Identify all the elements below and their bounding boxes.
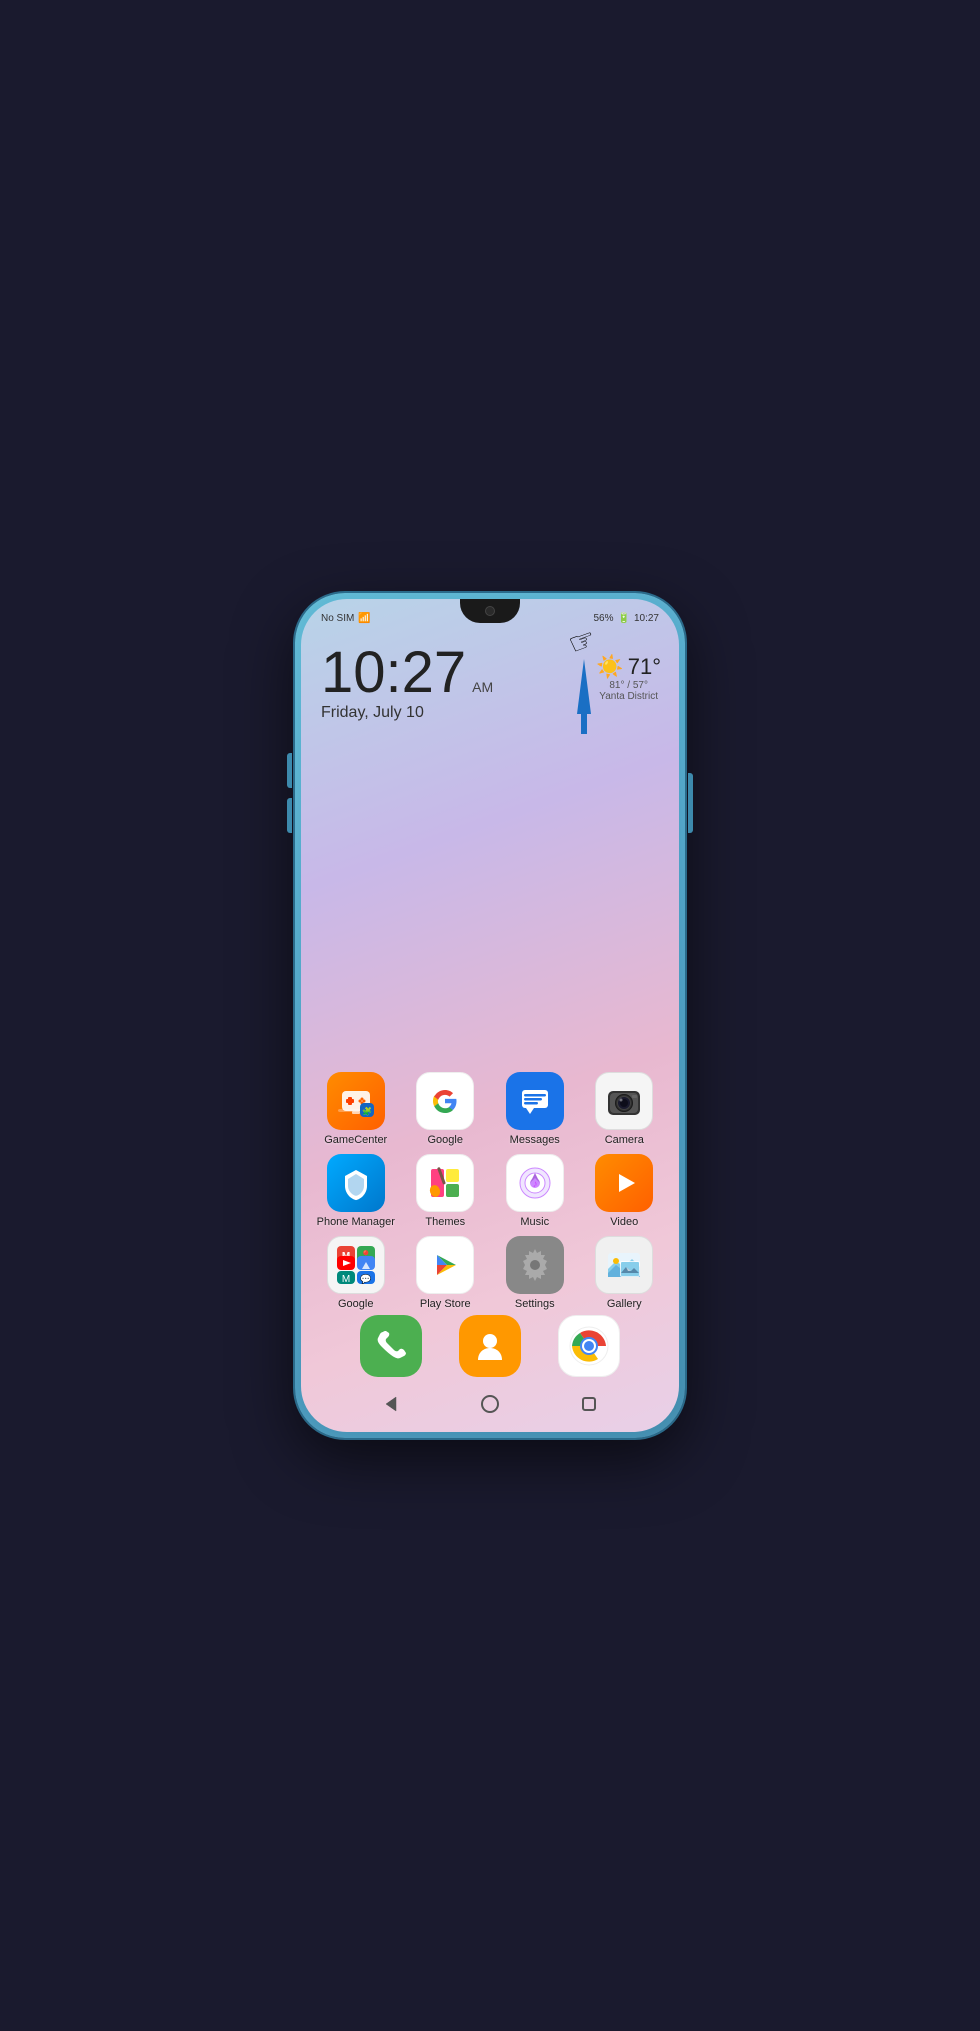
dock-chrome[interactable] xyxy=(558,1315,620,1377)
messages-icon xyxy=(506,1072,564,1130)
google-icon-container xyxy=(416,1072,474,1130)
battery-percent: 56% xyxy=(593,613,613,624)
dock-phone[interactable] xyxy=(360,1315,422,1377)
dock-phone-icon xyxy=(360,1315,422,1377)
dock-chrome-icon xyxy=(558,1315,620,1377)
themes-icon xyxy=(416,1154,474,1212)
battery-icon: 🔋 xyxy=(618,613,630,624)
settings-icon xyxy=(506,1236,564,1294)
phone-frame: No SIM 📶 56% 🔋 10:27 10:27 AM Friday, Ju… xyxy=(295,593,685,1438)
gamecenter-label: GameCenter xyxy=(324,1134,387,1146)
svg-text:🧩: 🧩 xyxy=(362,1106,372,1116)
nav-recents-button[interactable] xyxy=(574,1389,604,1419)
themes-label: Themes xyxy=(425,1216,465,1228)
status-left: No SIM 📶 xyxy=(321,613,371,624)
app-messages[interactable]: Messages xyxy=(495,1072,575,1146)
volume-up-button[interactable] xyxy=(287,753,292,788)
weather-location: Yanta District xyxy=(596,691,661,702)
clock-time-value: 10:27 xyxy=(321,644,466,702)
sun-icon: ☀️ xyxy=(596,654,623,680)
weather-temp: 71° xyxy=(628,654,661,680)
video-icon xyxy=(595,1154,653,1212)
status-right: 56% 🔋 10:27 xyxy=(593,613,659,624)
app-google[interactable]: Google xyxy=(405,1072,485,1146)
settings-label: Settings xyxy=(515,1298,555,1310)
app-grid: 🧩 GameCenter xyxy=(301,1072,679,1332)
app-themes[interactable]: Themes xyxy=(405,1154,485,1228)
clock-date: Friday, July 10 xyxy=(321,704,659,722)
weather-widget[interactable]: ☀️ 71° 81° / 57° Yanta District xyxy=(596,654,661,702)
app-video[interactable]: Video xyxy=(584,1154,664,1228)
nav-back-button[interactable] xyxy=(376,1389,406,1419)
nav-bar xyxy=(301,1384,679,1424)
video-label: Video xyxy=(610,1216,638,1228)
app-music[interactable]: ♪ Music xyxy=(495,1154,575,1228)
svg-text:💬: 💬 xyxy=(360,1273,371,1284)
google-folder-icon: M 📍 M xyxy=(327,1236,385,1294)
gamecenter-icon: 🧩 xyxy=(327,1072,385,1130)
dock xyxy=(301,1315,679,1377)
google-folder-label: Google xyxy=(338,1298,373,1310)
app-google-folder[interactable]: M 📍 M xyxy=(316,1236,396,1310)
camera-label: Camera xyxy=(605,1134,644,1146)
sim-status: No SIM xyxy=(321,613,354,624)
front-camera xyxy=(485,606,495,616)
app-phonemanager[interactable]: Phone Manager xyxy=(316,1154,396,1228)
dock-contacts[interactable] xyxy=(459,1315,521,1377)
volume-down-button[interactable] xyxy=(287,798,292,833)
phonemanager-icon xyxy=(327,1154,385,1212)
wifi-icon: 📶 xyxy=(358,613,370,624)
playstore-label: Play Store xyxy=(420,1298,471,1310)
app-camera[interactable]: Camera xyxy=(584,1072,664,1146)
clock-ampm: AM xyxy=(472,680,493,694)
gallery-label: Gallery xyxy=(607,1298,642,1310)
gallery-icon xyxy=(595,1236,653,1294)
app-playstore[interactable]: Play Store xyxy=(405,1236,485,1310)
google-label: Google xyxy=(428,1134,463,1146)
app-row-3: M 📍 M xyxy=(311,1236,669,1310)
app-gamecenter[interactable]: 🧩 GameCenter xyxy=(316,1072,396,1146)
playstore-icon xyxy=(416,1236,474,1294)
nav-home-button[interactable] xyxy=(475,1389,505,1419)
dock-contacts-icon xyxy=(459,1315,521,1377)
weather-range: 81° / 57° xyxy=(596,680,661,691)
messages-label: Messages xyxy=(510,1134,560,1146)
app-settings[interactable]: Settings xyxy=(495,1236,575,1310)
app-row-2: Phone Manager Themes xyxy=(311,1154,669,1228)
svg-text:M: M xyxy=(342,1274,350,1285)
camera-icon xyxy=(595,1072,653,1130)
svg-text:♪: ♪ xyxy=(532,1179,537,1190)
app-gallery[interactable]: Gallery xyxy=(584,1236,664,1310)
phonemanager-label: Phone Manager xyxy=(317,1216,395,1228)
notch xyxy=(460,599,520,623)
music-icon: ♪ xyxy=(506,1154,564,1212)
phone-screen: No SIM 📶 56% 🔋 10:27 10:27 AM Friday, Ju… xyxy=(301,599,679,1432)
music-label: Music xyxy=(520,1216,549,1228)
power-button[interactable] xyxy=(688,773,693,833)
clock-status: 10:27 xyxy=(634,613,659,624)
app-row-1: 🧩 GameCenter xyxy=(311,1072,669,1146)
